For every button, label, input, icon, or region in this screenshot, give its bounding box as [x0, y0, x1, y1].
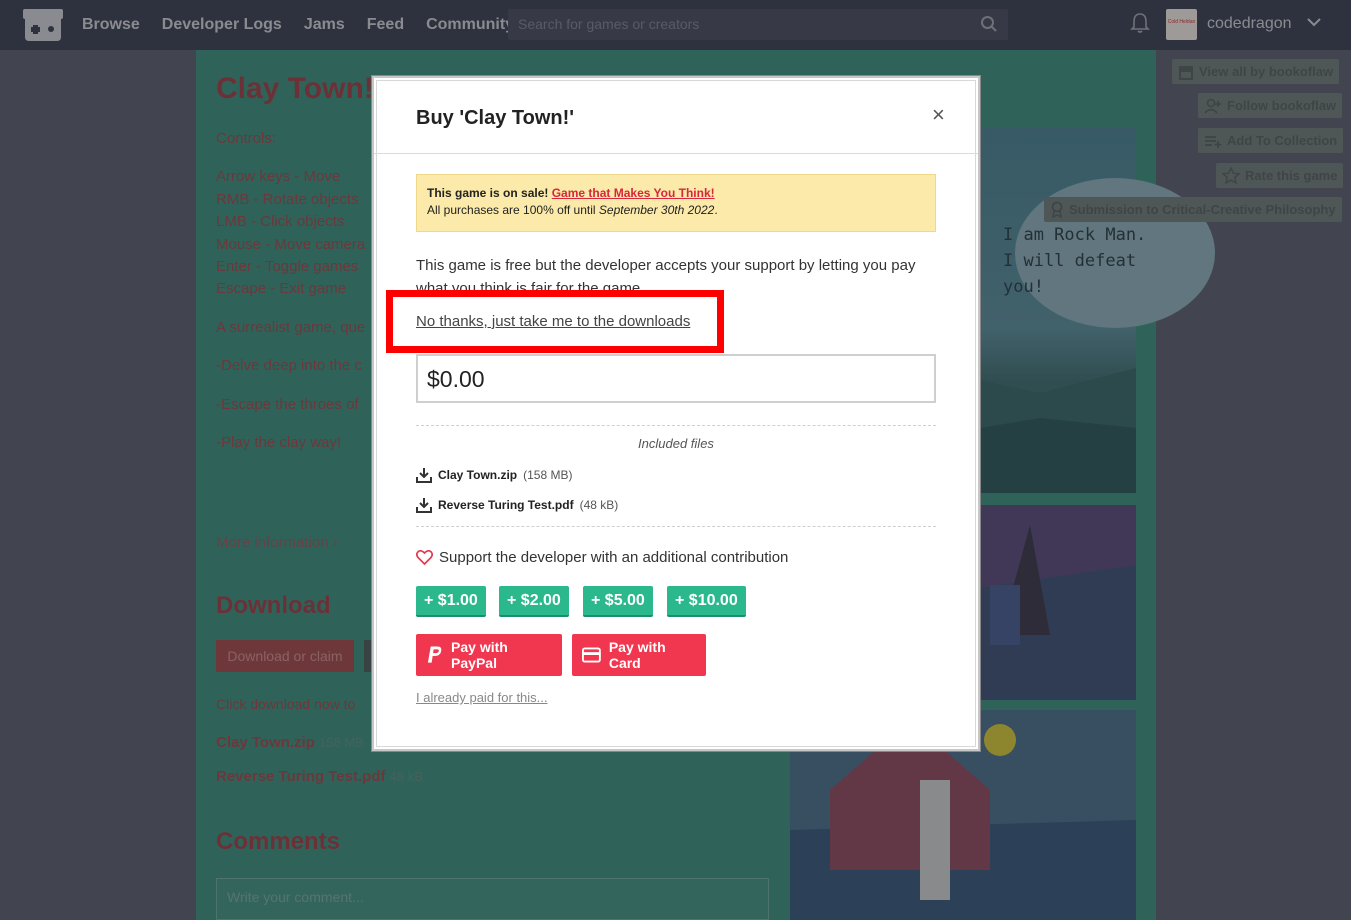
credit-card-icon	[582, 647, 601, 663]
sale-notice: This game is on sale! Game that Makes Yo…	[416, 174, 936, 232]
buy-modal: Buy 'Clay Town!' × This game is on sale!…	[372, 76, 980, 751]
close-icon[interactable]: ×	[932, 102, 945, 128]
heart-icon	[416, 550, 433, 565]
already-paid-link[interactable]: I already paid for this...	[416, 690, 548, 705]
file-size: (158 MB)	[523, 468, 573, 482]
included-files-label: Included files	[638, 436, 714, 451]
file-name: Clay Town.zip	[438, 468, 518, 482]
tip-2-button[interactable]: + $2.00	[499, 586, 569, 617]
divider	[416, 425, 936, 426]
tip-10-button[interactable]: + $10.00	[667, 586, 746, 617]
included-file-row: Reverse Turing Test.pdf (48 kB)	[416, 497, 618, 513]
download-icon	[416, 498, 432, 513]
support-row: Support the developer with an additional…	[416, 549, 788, 566]
tip-1-button[interactable]: + $1.00	[416, 586, 486, 617]
file-size: (48 kB)	[579, 498, 619, 512]
divider	[416, 526, 936, 527]
sale-text: All purchases are 100% off until	[427, 203, 599, 217]
tip-5-button[interactable]: + $5.00	[583, 586, 653, 617]
modal-divider	[374, 153, 978, 154]
included-file-row: Clay Town.zip (158 MB)	[416, 467, 572, 483]
modal-title: Buy 'Clay Town!'	[416, 107, 575, 129]
free-game-text: This game is free but the developer acce…	[416, 257, 916, 290]
no-thanks-link[interactable]: No thanks, just take me to the downloads	[416, 313, 690, 330]
sale-date: September 30th 2022	[598, 203, 715, 217]
download-icon	[416, 468, 432, 483]
price-input[interactable]: $0.00	[416, 354, 936, 403]
support-text: Support the developer with an additional…	[439, 549, 789, 566]
pay-with-card-button[interactable]: Pay with Card	[572, 634, 706, 676]
sale-lead: This game is on sale!	[427, 186, 549, 200]
paypal-icon	[427, 646, 442, 663]
sale-link[interactable]: Game that Makes You Think!	[552, 186, 715, 200]
file-name: Reverse Turing Test.pdf	[438, 498, 574, 512]
pay-with-paypal-button[interactable]: Pay with PayPal	[416, 634, 562, 676]
